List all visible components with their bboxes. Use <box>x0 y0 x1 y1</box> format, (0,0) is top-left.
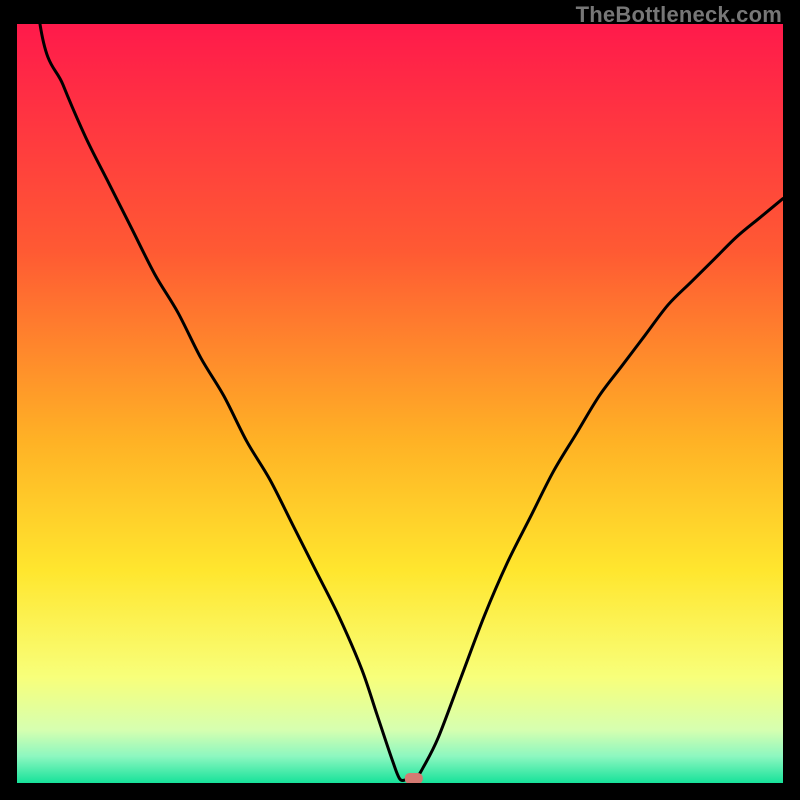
marker-dot <box>405 773 423 783</box>
plot-area <box>17 24 783 783</box>
chart-svg <box>17 24 783 783</box>
chart-frame: TheBottleneck.com <box>0 0 800 800</box>
gradient-background <box>17 24 783 783</box>
